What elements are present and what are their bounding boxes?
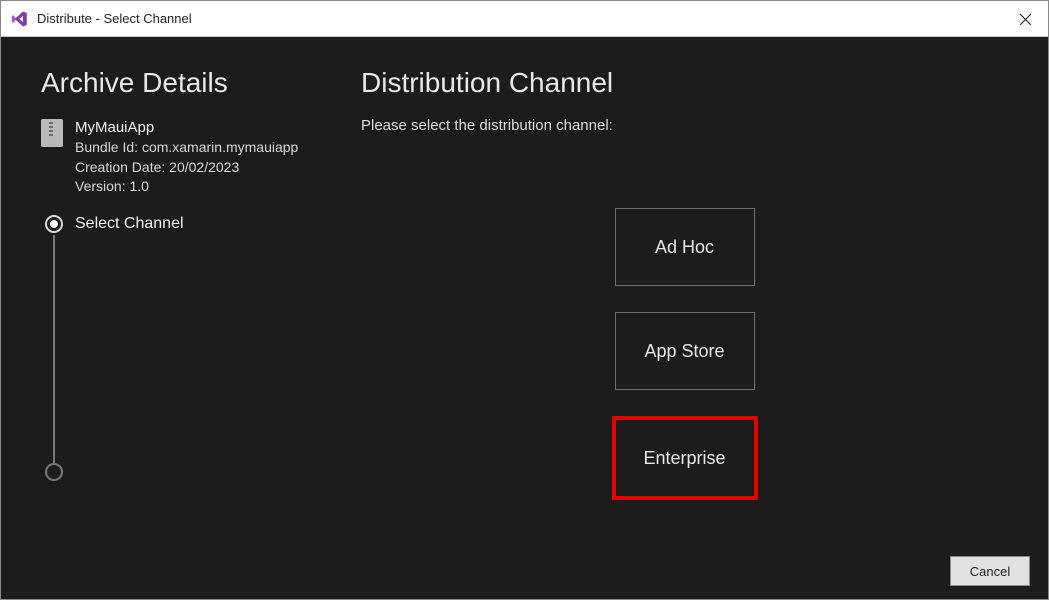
step-connector-line (53, 235, 55, 475)
cancel-button[interactable]: Cancel (950, 556, 1030, 586)
channel-button-group: Ad Hoc App Store Enterprise (361, 208, 1008, 500)
dialog-window: Distribute - Select Channel Archive Deta… (0, 0, 1049, 600)
archive-bundle-id: Bundle Id: com.xamarin.mymauiapp (75, 138, 298, 158)
archive-app-name: MyMauiApp (75, 117, 298, 138)
distribution-channel-heading: Distribution Channel (361, 67, 1008, 99)
archive-details-panel: Archive Details MyMauiApp Bundle Id: com… (41, 67, 361, 533)
close-button[interactable] (1002, 1, 1048, 37)
archive-details-heading: Archive Details (41, 67, 361, 99)
archive-info: MyMauiApp Bundle Id: com.xamarin.mymauia… (41, 117, 361, 197)
step-label: Select Channel (75, 215, 184, 233)
dialog-footer: Cancel (1, 543, 1048, 599)
step-end (45, 463, 361, 481)
archive-creation-date: Creation Date: 20/02/2023 (75, 158, 298, 178)
archive-zip-icon (41, 119, 63, 147)
channel-ad-hoc-button[interactable]: Ad Hoc (615, 208, 755, 286)
visual-studio-icon (11, 10, 29, 28)
main-area: Archive Details MyMauiApp Bundle Id: com… (1, 37, 1048, 543)
distribution-instruction: Please select the distribution channel: (361, 117, 1008, 134)
window-title: Distribute - Select Channel (37, 11, 192, 26)
steps-indicator: Select Channel (41, 215, 361, 481)
channel-enterprise-button[interactable]: Enterprise (612, 416, 758, 500)
channel-app-store-button[interactable]: App Store (615, 312, 755, 390)
titlebar: Distribute - Select Channel (1, 1, 1048, 37)
dialog-content: Archive Details MyMauiApp Bundle Id: com… (1, 37, 1048, 599)
step-select-channel: Select Channel (45, 215, 361, 233)
archive-meta: MyMauiApp Bundle Id: com.xamarin.mymauia… (75, 117, 298, 197)
archive-version: Version: 1.0 (75, 177, 298, 197)
step-dot-active-icon (45, 215, 63, 233)
step-dot-inactive-icon (45, 463, 63, 481)
distribution-channel-panel: Distribution Channel Please select the d… (361, 67, 1008, 533)
